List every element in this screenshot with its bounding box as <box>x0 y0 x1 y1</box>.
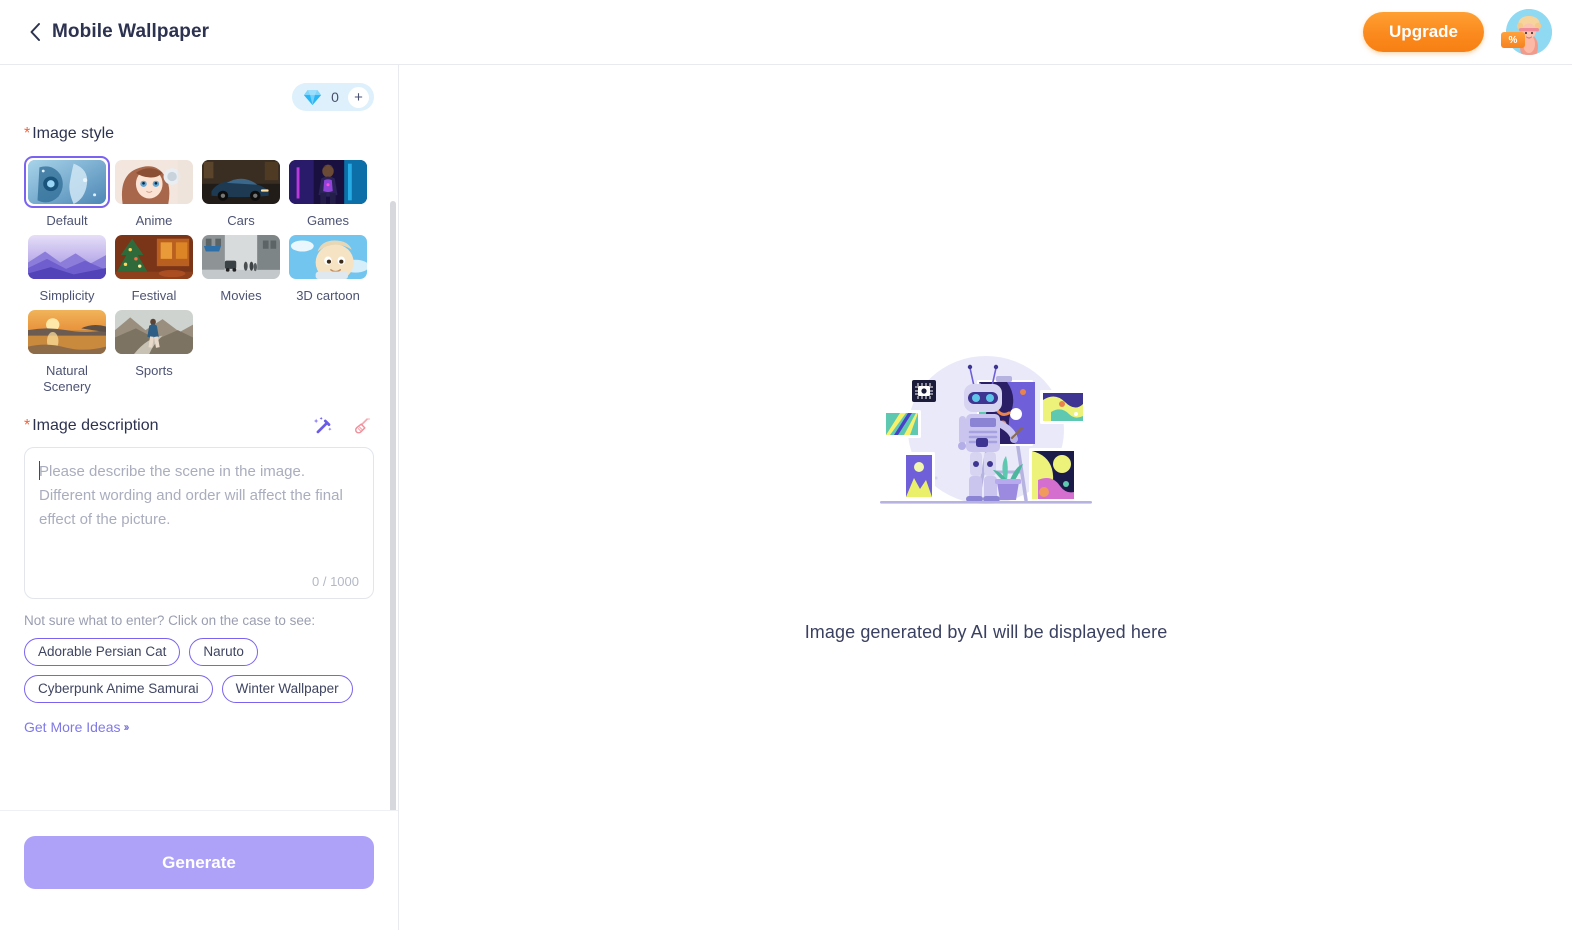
discount-badge[interactable]: % <box>1501 32 1525 48</box>
upgrade-button[interactable]: Upgrade <box>1363 12 1484 52</box>
style-thumbnail <box>28 235 106 279</box>
style-option-festival[interactable]: Festival <box>111 231 197 304</box>
header-actions: Upgrade % <box>1363 9 1552 55</box>
example-chips: Adorable Persian Cat Naruto Cyberpunk An… <box>24 638 374 703</box>
required-asterisk: * <box>24 125 31 142</box>
example-chip-naruto[interactable]: Naruto <box>189 638 258 666</box>
examples-hint: Not sure what to enter? Click on the cas… <box>24 613 316 628</box>
left-settings-panel: 0 + * Image style Default Anime Cars Gam… <box>0 65 399 930</box>
panel-scroll-region: 0 + * Image style Default Anime Cars Gam… <box>0 65 398 810</box>
image-description-header: * Image description <box>24 415 374 437</box>
style-option-label: Natural Scenery <box>43 363 91 394</box>
preview-placeholder-text: Image generated by AI will be displayed … <box>804 622 1168 642</box>
image-style-label: * Image style <box>24 125 374 143</box>
panel-footer: Generate <box>0 810 398 930</box>
image-description-input[interactable]: Please describe the scene in the image. … <box>24 447 374 599</box>
credits-row: 0 + <box>24 83 374 111</box>
image-description-label: * Image description <box>24 417 159 435</box>
description-tools <box>312 415 374 437</box>
style-thumb-box <box>111 156 197 208</box>
page-title: Mobile Wallpaper <box>52 21 210 42</box>
example-chip-cyberpunk-anime-samurai[interactable]: Cyberpunk Anime Samurai <box>24 675 213 703</box>
magic-wand-icon[interactable] <box>312 415 334 437</box>
style-option-natural-scenery[interactable]: Natural Scenery <box>24 306 110 395</box>
style-option-cars[interactable]: Cars <box>198 156 284 229</box>
credits-pill[interactable]: 0 + <box>292 83 374 111</box>
broom-icon[interactable] <box>352 415 374 437</box>
app-header: Mobile Wallpaper Upgrade % <box>0 0 1572 65</box>
style-thumbnail <box>115 310 193 354</box>
chevron-left-icon <box>30 23 40 41</box>
image-style-label-text: Image style <box>32 125 115 142</box>
get-more-ideas-link[interactable]: Get More Ideas ›› <box>24 719 130 735</box>
purple-minimal-mountains-thumb-icon <box>28 235 106 279</box>
style-option-label: Default <box>46 213 88 228</box>
style-thumb-box <box>285 156 371 208</box>
double-chevron-right-icon: ›› <box>123 720 130 734</box>
style-thumb-box <box>111 231 197 283</box>
golden-sunset-sea-thumb-icon <box>28 310 106 354</box>
style-option-label: Movies <box>220 288 262 303</box>
example-chip-winter-wallpaper[interactable]: Winter Wallpaper <box>221 675 353 703</box>
style-option-label: Games <box>307 213 349 228</box>
character-counter: 0 / 1000 <box>312 574 359 589</box>
style-option-label: Anime <box>135 213 173 228</box>
3d-cartoon-boy-sky-thumb-icon <box>289 235 367 279</box>
style-thumbnail <box>115 160 193 204</box>
runner-mountain-road-thumb-icon <box>115 310 193 354</box>
image-style-grid: Default Anime Cars Games Simplicity Fest… <box>24 156 374 395</box>
style-thumbnail <box>28 160 106 204</box>
style-thumbnail <box>202 235 280 279</box>
style-option-movies[interactable]: Movies <box>198 231 284 304</box>
generate-button[interactable]: Generate <box>24 836 374 889</box>
panel-scrollbar-track[interactable] <box>389 130 398 875</box>
sports-car-night-thumb-icon <box>202 160 280 204</box>
style-thumbnail <box>289 235 367 279</box>
style-option-label: 3D cartoon <box>296 288 360 303</box>
cyborg-woman-blue-thumb-icon <box>28 160 106 204</box>
style-thumbnail <box>115 235 193 279</box>
style-option-default[interactable]: Default <box>24 156 110 229</box>
main-preview-area: Image generated by AI will be displayed … <box>400 65 1572 930</box>
christmas-tree-warm-thumb-icon <box>115 235 193 279</box>
style-option-label: Simplicity <box>39 288 95 303</box>
style-thumbnail <box>202 160 280 204</box>
style-thumbnail <box>289 160 367 204</box>
image-description-placeholder: Please describe the scene in the image. … <box>39 463 343 528</box>
get-more-ideas-text: Get More Ideas <box>24 719 121 735</box>
back-button[interactable] <box>24 21 46 43</box>
avatar[interactable]: % <box>1501 9 1552 55</box>
style-thumb-box <box>24 306 110 358</box>
add-credits-button[interactable]: + <box>348 86 369 108</box>
style-option-sports[interactable]: Sports <box>111 306 197 395</box>
rainy-city-street-thumb-icon <box>202 235 280 279</box>
example-chip-adorable-persian-cat[interactable]: Adorable Persian Cat <box>24 638 181 666</box>
text-caret <box>39 461 40 480</box>
style-thumb-box <box>198 156 284 208</box>
credits-count: 0 <box>331 89 339 105</box>
diamond-icon <box>304 89 321 105</box>
style-option-3d-cartoon[interactable]: 3D cartoon <box>285 231 371 304</box>
style-option-label: Sports <box>135 363 173 378</box>
style-option-simplicity[interactable]: Simplicity <box>24 231 110 304</box>
style-option-games[interactable]: Games <box>285 156 371 229</box>
robot-painter-gallery-illustration <box>880 356 1092 504</box>
style-option-label: Festival <box>131 288 177 303</box>
style-thumb-box <box>24 231 110 283</box>
cyberpunk-game-character-thumb-icon <box>289 160 367 204</box>
style-thumb-box <box>198 231 284 283</box>
required-asterisk: * <box>24 417 31 434</box>
image-description-label-text: Image description <box>32 417 159 434</box>
style-thumbnail <box>28 310 106 354</box>
panel-scrollbar-thumb[interactable] <box>390 201 396 821</box>
style-thumb-box <box>285 231 371 283</box>
anime-girl-headphones-thumb-icon <box>115 160 193 204</box>
style-thumb-box <box>111 306 197 358</box>
style-thumb-box <box>24 156 110 208</box>
style-option-anime[interactable]: Anime <box>111 156 197 229</box>
style-option-label: Cars <box>227 213 255 228</box>
